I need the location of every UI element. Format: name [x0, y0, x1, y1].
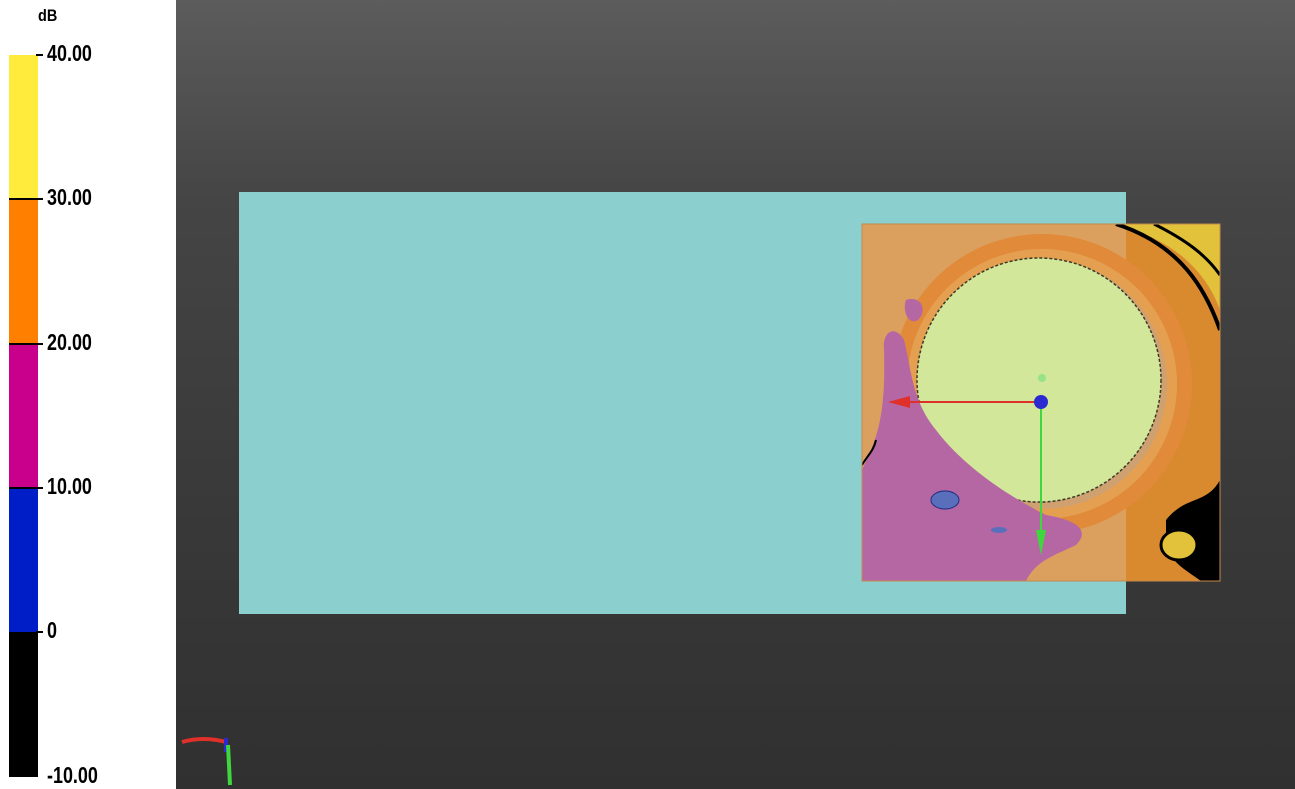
legend-swatch-30-40 — [9, 55, 38, 198]
legend-swatch-10-20 — [9, 342, 38, 488]
legend-label-20: 20.00 — [47, 329, 92, 355]
legend-swatch-below-0 — [9, 632, 38, 777]
legend-swatch-0-10 — [9, 487, 38, 633]
legend-color-bar — [9, 55, 38, 777]
color-legend: dB 40.00 30.00 20.00 10.00 0 -10.00 — [0, 0, 176, 789]
legend-unit-label: dB — [38, 6, 58, 25]
legend-tick-20 — [36, 343, 43, 345]
legend-tick-40 — [36, 54, 43, 56]
legend-label-10: 10.00 — [47, 473, 92, 499]
legend-swatch-20-30 — [9, 197, 38, 343]
legend-tick-30 — [36, 198, 43, 200]
legend-tick-0 — [36, 631, 43, 633]
scene-canvas[interactable] — [176, 0, 1295, 789]
3d-viewport[interactable] — [176, 0, 1295, 789]
legend-label-min: -10.00 — [47, 762, 98, 788]
orientation-axes-icon — [181, 737, 232, 786]
legend-label-40: 40.00 — [47, 40, 92, 66]
legend-label-30: 30.00 — [47, 184, 92, 210]
legend-tick-10 — [36, 487, 43, 489]
legend-label-0: 0 — [47, 617, 57, 643]
